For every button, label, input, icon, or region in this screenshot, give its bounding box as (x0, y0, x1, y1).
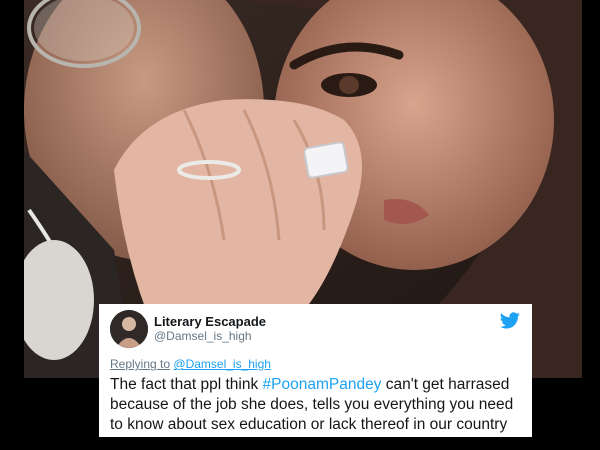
reply-prefix: Replying to (110, 357, 171, 371)
display-name[interactable]: Literary Escapade (154, 314, 266, 329)
hashtag-link[interactable]: #PoonamPandey (263, 376, 382, 393)
diamond-ring (303, 141, 349, 179)
reply-line: Replying to @Damsel_is_high (110, 357, 271, 371)
tweet-text-before: The fact that ppl think (110, 376, 263, 393)
avatar[interactable] (110, 310, 148, 348)
tweet-text: The fact that ppl think #PoonamPandey ca… (110, 375, 526, 435)
twitter-bird-icon[interactable] (500, 312, 520, 329)
user-block: Literary Escapade @Damsel_is_high (154, 314, 266, 344)
tweet-card: Literary Escapade @Damsel_is_high Replyi… (99, 304, 532, 437)
reply-target-link[interactable]: @Damsel_is_high (173, 357, 271, 371)
avatar-image (110, 310, 148, 348)
user-handle[interactable]: @Damsel_is_high (154, 329, 266, 344)
